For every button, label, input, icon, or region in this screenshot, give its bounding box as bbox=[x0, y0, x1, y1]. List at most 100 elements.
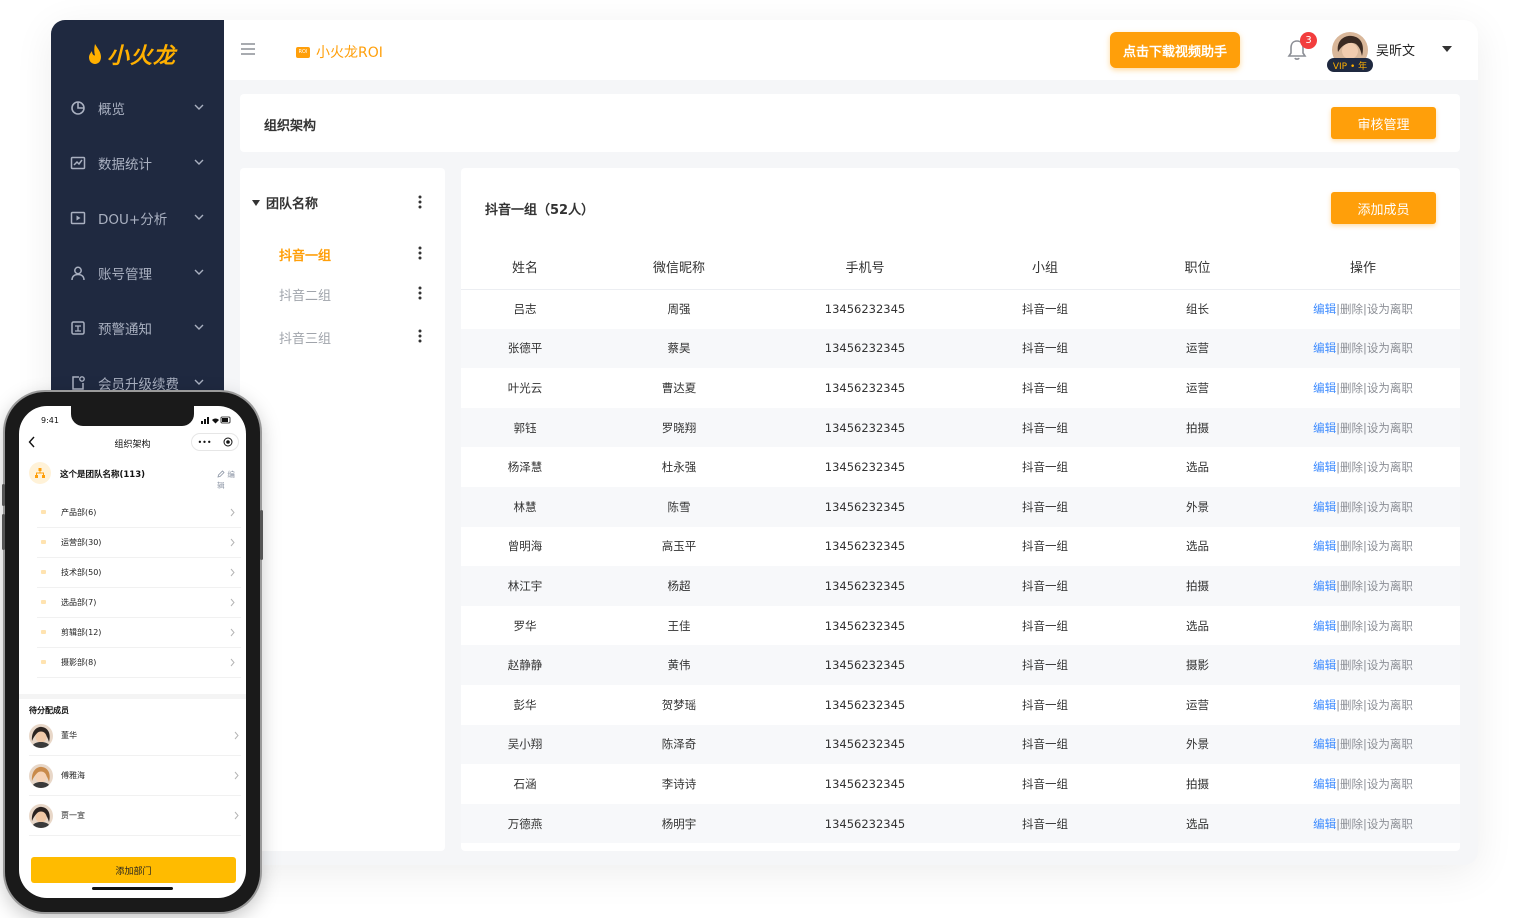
resign-link[interactable]: 设为离职 bbox=[1367, 421, 1413, 435]
resign-link[interactable]: 设为离职 bbox=[1367, 460, 1413, 474]
edit-link[interactable]: 编辑 bbox=[1313, 579, 1336, 593]
delete-link[interactable]: 删除 bbox=[1340, 421, 1363, 435]
resign-link[interactable]: 设为离职 bbox=[1367, 539, 1413, 553]
resign-link[interactable]: 设为离职 bbox=[1367, 817, 1413, 831]
cell-actions: 编辑|删除|设为离职 bbox=[1266, 606, 1460, 646]
cell-name: 赵静静 bbox=[507, 658, 543, 673]
delete-link[interactable]: 删除 bbox=[1340, 460, 1363, 474]
sidebar-item-label: 预警通知 bbox=[98, 321, 152, 338]
phone-edit-button[interactable]: 编辑 bbox=[217, 469, 239, 491]
edit-link[interactable]: 编辑 bbox=[1313, 777, 1336, 791]
resign-link[interactable]: 设为离职 bbox=[1367, 698, 1413, 712]
menu-toggle-icon[interactable] bbox=[240, 42, 256, 56]
org-chart-icon bbox=[29, 462, 51, 484]
chevron-right-icon bbox=[230, 508, 235, 517]
cell-phone: 13456232345 bbox=[824, 420, 906, 435]
phone-department-item[interactable]: 选品部(7) bbox=[37, 588, 241, 618]
sidebar-item-accounts[interactable]: 账号管理 bbox=[51, 245, 224, 300]
page-title: 组织架构 bbox=[264, 119, 317, 134]
download-assistant-button[interactable]: 点击下载视频助手 bbox=[1110, 32, 1240, 68]
resign-link[interactable]: 设为离职 bbox=[1367, 302, 1413, 316]
edit-link[interactable]: 编辑 bbox=[1313, 341, 1336, 355]
brand-logo[interactable]: 小火龙 bbox=[87, 38, 176, 70]
product-tag[interactable]: ROI 小火龙ROI bbox=[296, 42, 383, 62]
edit-link[interactable]: 编辑 bbox=[1313, 460, 1336, 474]
cell-phone: 13456232345 bbox=[824, 776, 906, 791]
delete-link[interactable]: 删除 bbox=[1340, 658, 1363, 672]
stage: 小火龙 概览 数据统计 DOU+分析 账号管理 预警通知 会员升级续费 ROI … bbox=[0, 0, 1520, 918]
cell-actions: 编辑|删除|设为离职 bbox=[1266, 368, 1460, 408]
review-management-button[interactable]: 审核管理 bbox=[1331, 107, 1436, 139]
more-vertical-icon[interactable] bbox=[418, 246, 422, 260]
resign-link[interactable]: 设为离职 bbox=[1367, 579, 1413, 593]
delete-link[interactable]: 删除 bbox=[1340, 698, 1363, 712]
edit-link[interactable]: 编辑 bbox=[1313, 619, 1336, 633]
more-vertical-icon[interactable] bbox=[418, 329, 422, 343]
phone-department-item[interactable]: 运营部(30) bbox=[37, 528, 241, 558]
phone-team-header[interactable]: 这个是团队名称(113) 编辑 bbox=[29, 459, 239, 491]
delete-link[interactable]: 删除 bbox=[1340, 619, 1363, 633]
cell-position: 运营 bbox=[1186, 380, 1209, 395]
phone-department-item[interactable]: 摄影部(8) bbox=[37, 648, 241, 678]
table-row: 赵静静 黄伟 13456232345 抖音一组 摄影 编辑|删除|设为离职 bbox=[461, 645, 1460, 685]
column-header-group: 小组 bbox=[961, 244, 1129, 290]
resign-link[interactable]: 设为离职 bbox=[1367, 381, 1413, 395]
edit-link[interactable]: 编辑 bbox=[1313, 737, 1336, 751]
resign-link[interactable]: 设为离职 bbox=[1367, 341, 1413, 355]
mini-program-capsule[interactable]: ••• bbox=[191, 433, 239, 451]
phone-department-item[interactable]: 剪辑部(12) bbox=[37, 618, 241, 648]
edit-link[interactable]: 编辑 bbox=[1313, 302, 1336, 316]
phone-department-item[interactable]: 技术部(50) bbox=[37, 558, 241, 588]
phone-volume-button bbox=[2, 484, 5, 506]
phone-member-item[interactable]: 傅雅海 bbox=[29, 756, 241, 796]
tree-item-group-3[interactable]: 抖音三组 bbox=[279, 328, 331, 347]
tree-item-group-1[interactable]: 抖音一组 bbox=[279, 245, 331, 264]
edit-link[interactable]: 编辑 bbox=[1313, 817, 1336, 831]
delete-link[interactable]: 删除 bbox=[1340, 737, 1363, 751]
sidebar-item-alerts[interactable]: 预警通知 bbox=[51, 300, 224, 355]
resign-link[interactable]: 设为离职 bbox=[1367, 737, 1413, 751]
edit-link[interactable]: 编辑 bbox=[1313, 381, 1336, 395]
more-vertical-icon[interactable] bbox=[418, 286, 422, 300]
cell-phone: 13456232345 bbox=[824, 539, 906, 554]
phone-department-item[interactable]: 产品部(6) bbox=[37, 498, 241, 528]
delete-link[interactable]: 删除 bbox=[1340, 539, 1363, 553]
delete-link[interactable]: 删除 bbox=[1340, 579, 1363, 593]
sidebar-item-overview[interactable]: 概览 bbox=[51, 80, 224, 135]
close-target-icon[interactable] bbox=[223, 437, 233, 447]
delete-link[interactable]: 删除 bbox=[1340, 817, 1363, 831]
edit-link[interactable]: 编辑 bbox=[1313, 658, 1336, 672]
chevron-right-icon bbox=[234, 811, 239, 820]
resign-link[interactable]: 设为离职 bbox=[1367, 500, 1413, 514]
more-vertical-icon[interactable] bbox=[418, 195, 422, 209]
delete-link[interactable]: 删除 bbox=[1340, 302, 1363, 316]
edit-link[interactable]: 编辑 bbox=[1313, 698, 1336, 712]
phone-member-item[interactable]: 贾一宣 bbox=[29, 796, 241, 836]
phone-member-item[interactable]: 董华 bbox=[29, 716, 241, 756]
delete-link[interactable]: 删除 bbox=[1340, 381, 1363, 395]
phone-volume-button bbox=[2, 514, 5, 550]
members-table-body: 吕志 周强 13456232345 抖音一组 组长 编辑|删除|设为离职 张德平 蔡昊 1345… bbox=[461, 289, 1460, 844]
chevron-right-icon bbox=[234, 771, 239, 780]
sidebar-item-dou-analysis[interactable]: DOU+分析 bbox=[51, 190, 224, 245]
more-icon[interactable]: ••• bbox=[197, 438, 211, 447]
cell-name: 吕志 bbox=[513, 302, 537, 317]
add-department-button[interactable]: 添加部门 bbox=[31, 857, 236, 883]
resign-link[interactable]: 设为离职 bbox=[1367, 658, 1413, 672]
user-name[interactable]: 吴昕文 bbox=[1376, 40, 1415, 59]
caret-down-icon[interactable] bbox=[1442, 46, 1452, 52]
edit-link[interactable]: 编辑 bbox=[1313, 500, 1336, 514]
chevron-down-icon bbox=[194, 269, 204, 275]
add-member-button[interactable]: 添加成员 bbox=[1331, 192, 1436, 224]
delete-link[interactable]: 删除 bbox=[1340, 500, 1363, 514]
resign-link[interactable]: 设为离职 bbox=[1367, 777, 1413, 791]
delete-link[interactable]: 删除 bbox=[1340, 341, 1363, 355]
members-panel: 抖音一组（52人） 添加成员 姓名 微信昵称 手机号 小组 职位 操作 吕志 周… bbox=[461, 168, 1460, 851]
delete-link[interactable]: 删除 bbox=[1340, 777, 1363, 791]
resign-link[interactable]: 设为离职 bbox=[1367, 619, 1413, 633]
tree-item-group-2[interactable]: 抖音二组 bbox=[279, 285, 331, 304]
sidebar-item-statistics[interactable]: 数据统计 bbox=[51, 135, 224, 190]
edit-link[interactable]: 编辑 bbox=[1313, 539, 1336, 553]
team-tree-root[interactable]: 团队名称 bbox=[252, 193, 318, 212]
edit-link[interactable]: 编辑 bbox=[1313, 421, 1336, 435]
